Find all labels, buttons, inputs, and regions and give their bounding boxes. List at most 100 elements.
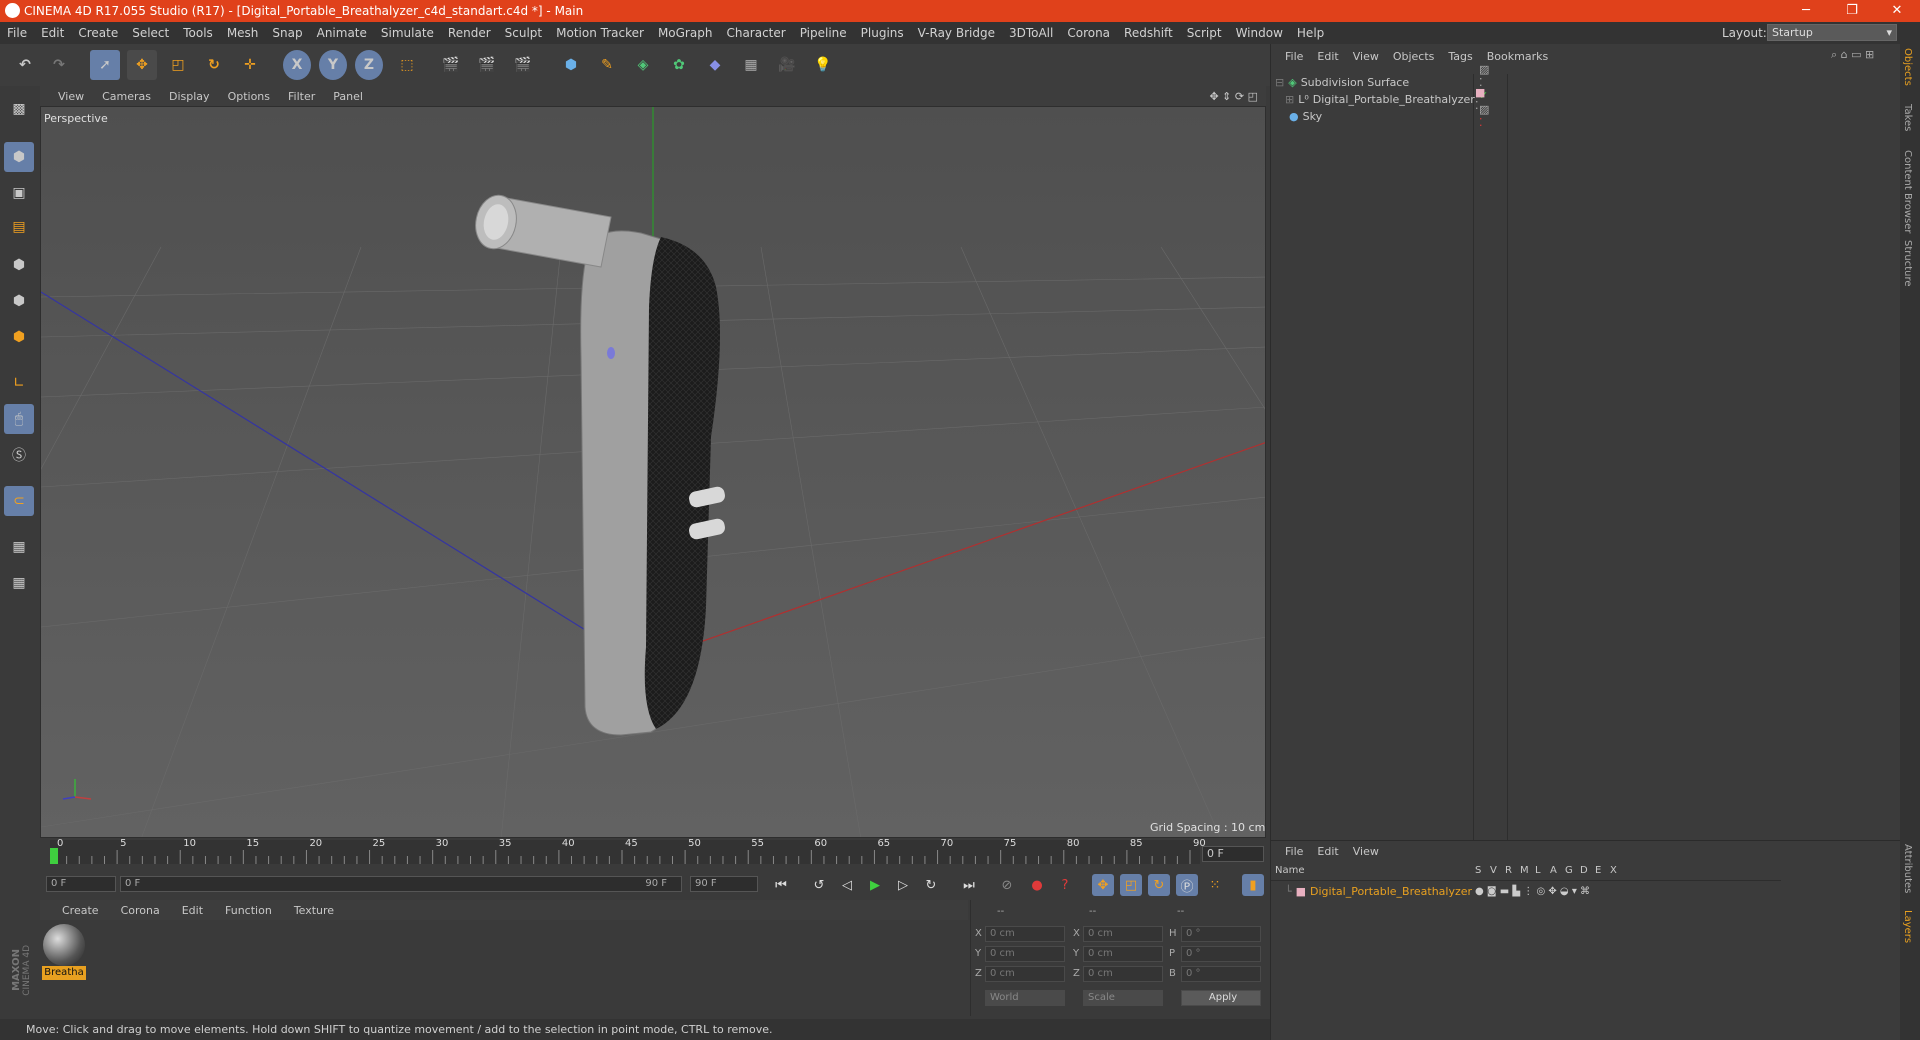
tab-takes[interactable]: Takes <box>1902 104 1913 131</box>
om-menu-edit[interactable]: Edit <box>1317 50 1338 63</box>
layer-row[interactable]: └ ■ Digital_Portable_Breathalyzer ● ◙ ▬ … <box>1275 883 1590 899</box>
pos-x-field[interactable]: 0 cm <box>985 926 1065 942</box>
current-frame-field[interactable]: 0 F <box>1202 846 1264 862</box>
layer-color-swatch[interactable]: ■ <box>1296 885 1306 898</box>
mat-menu-function[interactable]: Function <box>225 904 272 917</box>
model-mode-icon[interactable]: ⬢ <box>4 142 34 172</box>
keyframe-selection-icon[interactable]: ? <box>1054 874 1076 896</box>
edges-mode-icon[interactable]: ⬢ <box>4 286 34 316</box>
apply-button[interactable]: Apply <box>1181 990 1261 1006</box>
coordinate-system-button[interactable]: ⬚ <box>392 50 422 80</box>
size-mode-select[interactable]: Scale <box>1083 990 1163 1006</box>
menu-character[interactable]: Character <box>719 26 792 40</box>
z-axis-lock-button[interactable]: Z <box>355 50 383 80</box>
start-frame-field[interactable]: 0 F <box>46 876 116 892</box>
coordinate-space-select[interactable]: World <box>985 990 1065 1006</box>
menu-simulate[interactable]: Simulate <box>374 26 441 40</box>
tweak-mode-icon[interactable]: 🖱 <box>4 404 34 434</box>
menu-edit[interactable]: Edit <box>34 26 71 40</box>
material-swatch[interactable]: Breatha <box>42 924 86 982</box>
vp-menu-display[interactable]: Display <box>169 90 210 103</box>
move-tool-button[interactable]: ✥ <box>127 50 157 80</box>
go-to-start-icon[interactable]: ⏮ <box>770 874 792 896</box>
pos-y-field[interactable]: 0 cm <box>985 946 1065 962</box>
menu-snap[interactable]: Snap <box>265 26 309 40</box>
menu-redshift[interactable]: Redshift <box>1117 26 1180 40</box>
scale-tool-button[interactable]: ◰ <box>163 50 193 80</box>
tab-layers[interactable]: Layers <box>1902 910 1913 943</box>
size-z-field[interactable]: 0 cm <box>1083 966 1163 982</box>
col-name[interactable]: Name <box>1275 865 1305 876</box>
playhead[interactable] <box>50 848 58 864</box>
lm-menu-view[interactable]: View <box>1353 845 1379 858</box>
menu-help[interactable]: Help <box>1290 26 1331 40</box>
spline-pen-icon[interactable]: ✎ <box>592 50 622 80</box>
y-axis-lock-button[interactable]: Y <box>319 50 347 80</box>
vp-menu-cameras[interactable]: Cameras <box>102 90 151 103</box>
cloner-icon[interactable]: ✿ <box>664 50 694 80</box>
rot-p-field[interactable]: 0 ° <box>1181 946 1261 962</box>
size-y-field[interactable]: 0 cm <box>1083 946 1163 962</box>
next-key-icon[interactable]: ↻ <box>920 874 942 896</box>
rot-h-field[interactable]: 0 ° <box>1181 926 1261 942</box>
col-render[interactable]: R <box>1505 865 1512 876</box>
lock-workplane-icon[interactable]: ▦ <box>4 532 34 562</box>
menu-mograph[interactable]: MoGraph <box>651 26 720 40</box>
solo-mode-icon[interactable]: Ⓢ <box>4 440 34 470</box>
lm-menu-edit[interactable]: Edit <box>1317 845 1338 858</box>
menu-pipeline[interactable]: Pipeline <box>793 26 854 40</box>
menu-tools[interactable]: Tools <box>176 26 220 40</box>
render-view-icon[interactable]: 🎬 <box>436 50 466 80</box>
maximize-button[interactable]: ❐ <box>1829 0 1875 22</box>
layout-select[interactable]: Startup ▾ <box>1767 24 1897 41</box>
mat-menu-create[interactable]: Create <box>62 904 99 917</box>
key-rotation-icon[interactable]: ↻ <box>1148 874 1170 896</box>
snap-magnet-icon[interactable]: ⊂ <box>4 486 34 516</box>
next-frame-icon[interactable]: ▷ <box>892 874 914 896</box>
vp-menu-panel[interactable]: Panel <box>333 90 363 103</box>
points-mode-icon[interactable]: ⬢ <box>4 250 34 280</box>
mat-menu-texture[interactable]: Texture <box>294 904 334 917</box>
col-deformers[interactable]: D <box>1580 865 1588 876</box>
pos-z-field[interactable]: 0 cm <box>985 966 1065 982</box>
col-expressions[interactable]: E <box>1595 865 1601 876</box>
subdivision-surface-icon[interactable]: ◈ <box>628 50 658 80</box>
menu-select[interactable]: Select <box>125 26 176 40</box>
live-selection-button[interactable]: ➚ <box>90 50 120 80</box>
tab-structure[interactable]: Structure <box>1902 240 1913 287</box>
light-icon[interactable]: 💡 <box>808 50 838 80</box>
vp-menu-options[interactable]: Options <box>228 90 270 103</box>
menu-window[interactable]: Window <box>1229 26 1290 40</box>
autokey-icon[interactable]: ● <box>1026 874 1048 896</box>
record-keys-icon[interactable]: ⊘ <box>996 874 1018 896</box>
om-menu-bookmarks[interactable]: Bookmarks <box>1487 50 1548 63</box>
col-generators[interactable]: G <box>1565 865 1573 876</box>
menu-plugins[interactable]: Plugins <box>854 26 911 40</box>
cube-object-icon[interactable]: ⬢ <box>556 50 586 80</box>
close-button[interactable]: ✕ <box>1874 0 1920 22</box>
minimize-button[interactable]: ─ <box>1783 0 1829 22</box>
timeline-ruler[interactable]: 0 5 10 15 20 25 30 35 40 45 50 55 60 65 70 75 80 85 90 <box>40 838 1266 876</box>
menu-corona[interactable]: Corona <box>1060 26 1117 40</box>
menu-motion-tracker[interactable]: Motion Tracker <box>549 26 651 40</box>
planar-workplane-icon[interactable]: ▦ <box>4 568 34 598</box>
camera-icon[interactable]: 🎥 <box>772 50 802 80</box>
lm-menu-file[interactable]: File <box>1285 845 1303 858</box>
mat-menu-edit[interactable]: Edit <box>182 904 203 917</box>
menu-file[interactable]: File <box>0 26 34 40</box>
key-scale-icon[interactable]: ◰ <box>1120 874 1142 896</box>
tab-attributes[interactable]: Attributes <box>1902 844 1913 893</box>
col-animation[interactable]: A <box>1550 865 1557 876</box>
object-row-breathalyzer[interactable]: ⊞ L⁰ Digital_Portable_Breathalyzer ■ ⁚ <box>1285 86 1485 112</box>
x-axis-lock-button[interactable]: X <box>283 50 311 80</box>
expand-icon[interactable]: ⊞ <box>1285 93 1294 106</box>
preview-range-slider[interactable]: 0 F 90 F <box>120 876 682 892</box>
vp-menu-filter[interactable]: Filter <box>288 90 315 103</box>
previous-frame-icon[interactable]: ◁ <box>836 874 858 896</box>
menu-script[interactable]: Script <box>1180 26 1229 40</box>
layer-toggles-icons[interactable]: ● ◙ ▬ ▙ ⋮ ◎ ✥ ◒ ▾ ⌘ <box>1475 886 1590 897</box>
deformer-icon[interactable]: ◆ <box>700 50 730 80</box>
material-manager-area[interactable]: Breatha MAXON CINEMA 4D <box>11 920 968 1016</box>
make-editable-icon[interactable]: ▩ <box>4 94 34 124</box>
menu-sculpt[interactable]: Sculpt <box>498 26 549 40</box>
